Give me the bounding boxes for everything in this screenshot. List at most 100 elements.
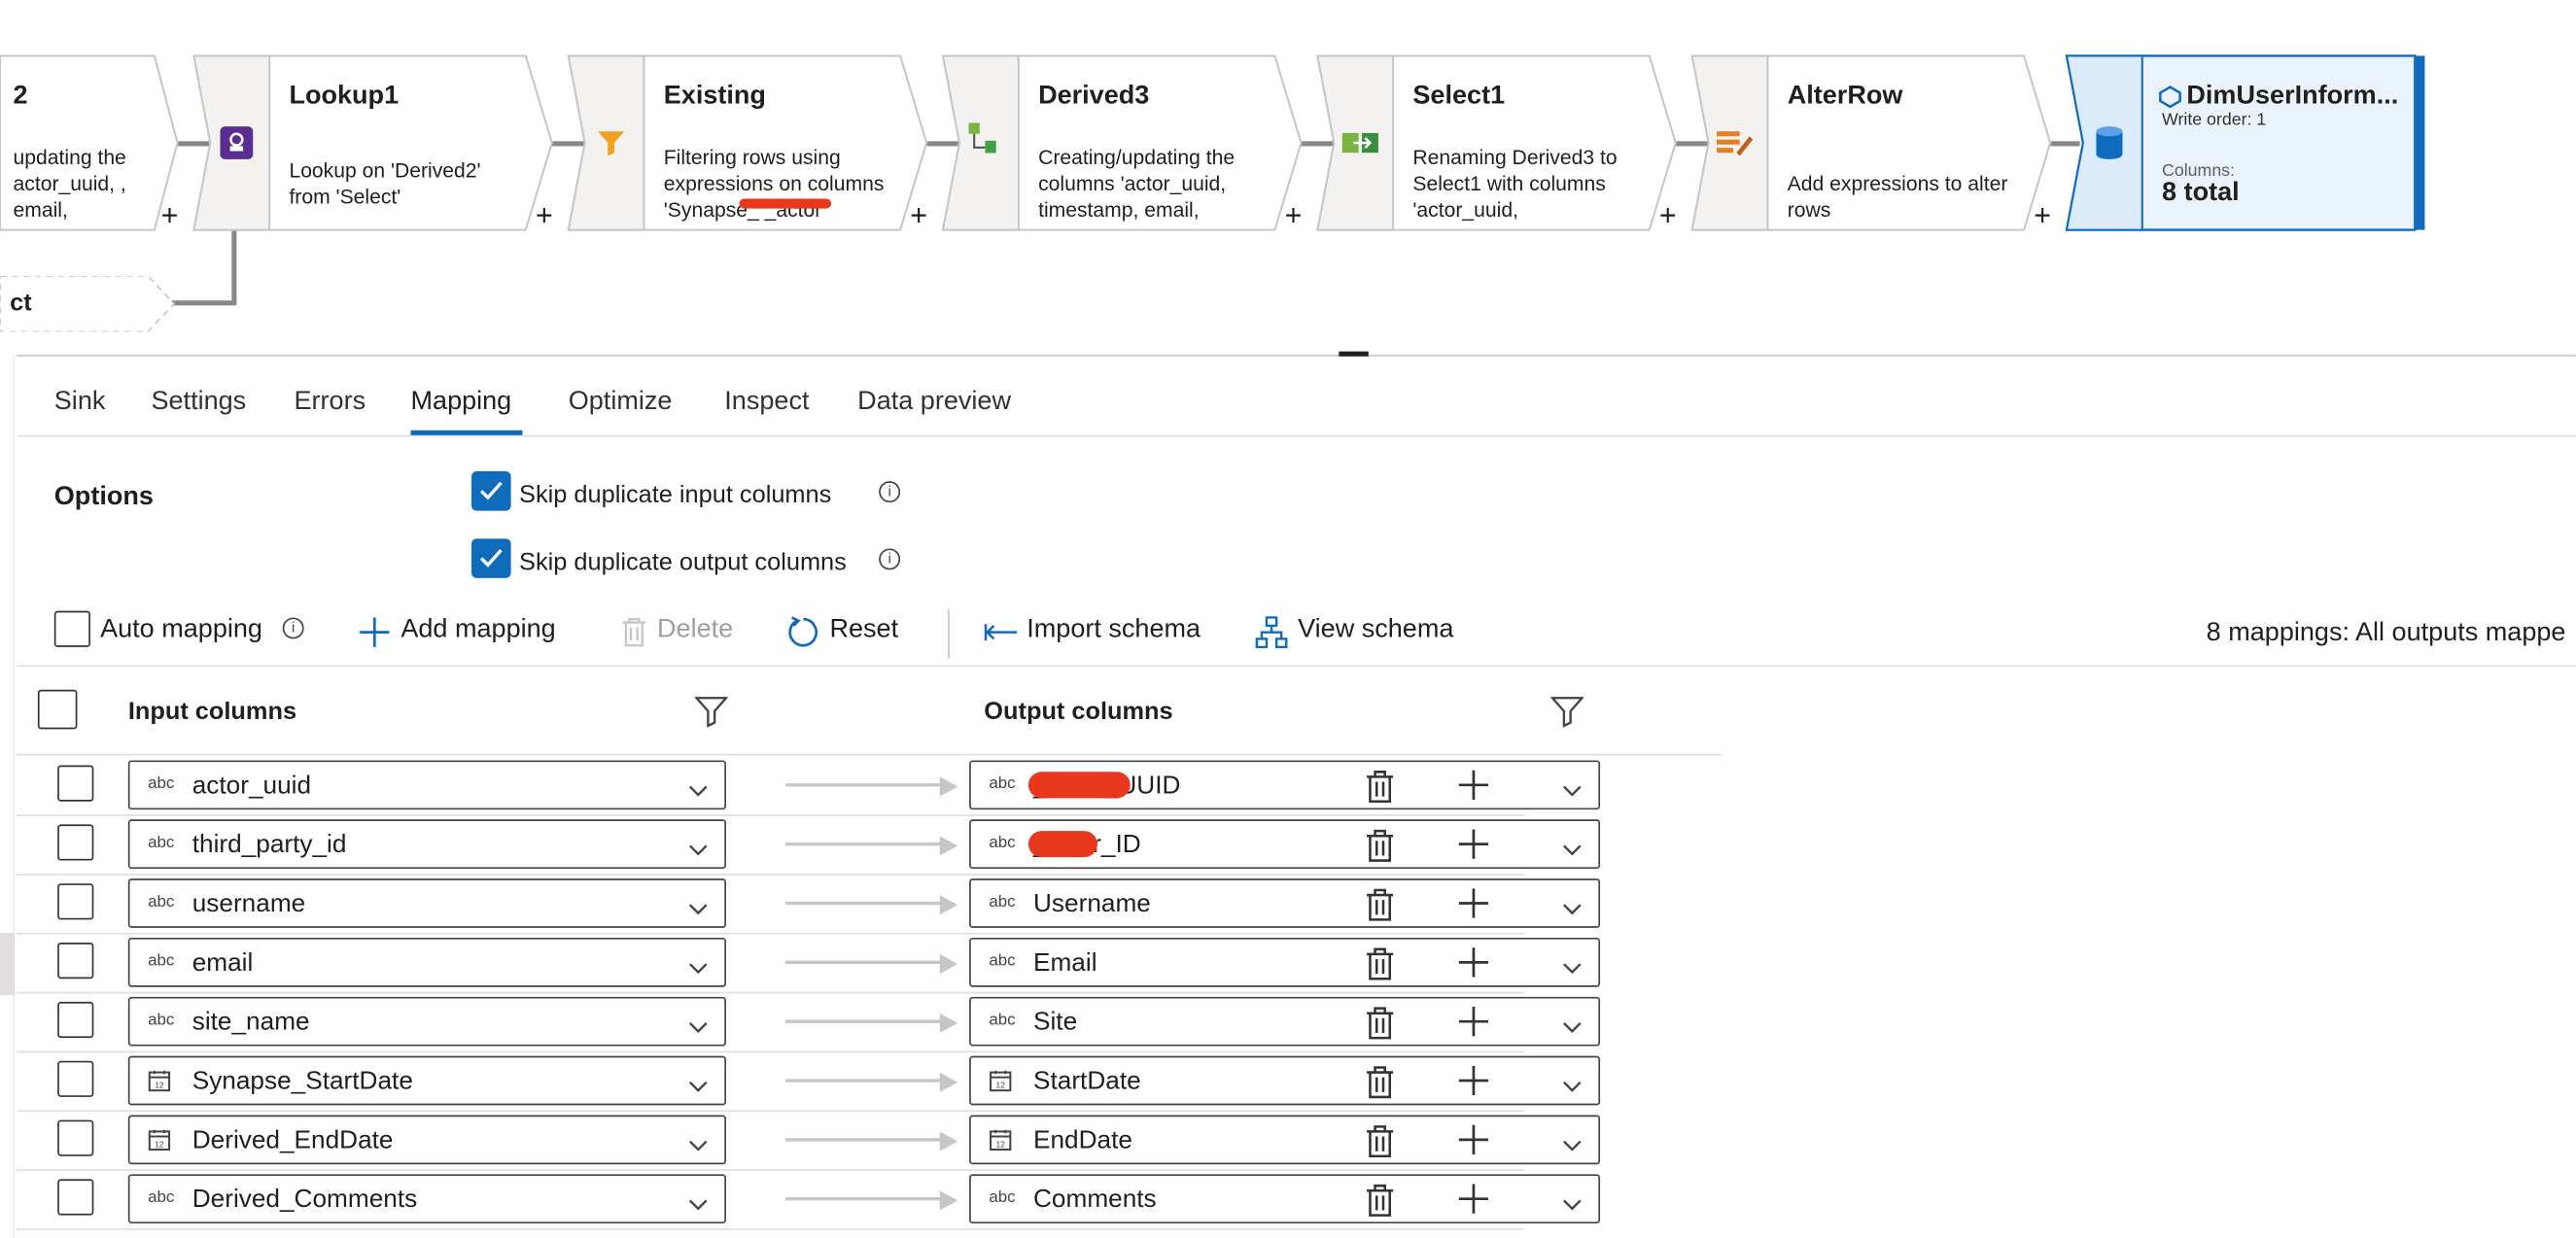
add-node-button[interactable]: + [536,200,553,229]
row-checkbox[interactable] [57,1119,94,1156]
input-column-select[interactable]: abc username [127,878,726,928]
tab-optimize[interactable]: Optimize [569,388,673,417]
pipeline-node-lookup1[interactable]: Lookup1 Lookup on 'Derived2' from 'Selec… [192,54,572,231]
chevron-down-icon[interactable] [1562,1014,1582,1043]
chevron-down-icon[interactable] [1562,1190,1582,1220]
plus-icon[interactable] [1458,770,1489,808]
trash-icon[interactable] [1365,1066,1394,1107]
panel-splitter[interactable] [16,355,2576,357]
chevron-down-icon[interactable] [1562,1131,1582,1160]
header-separator [16,753,1723,756]
skip-input-checkbox[interactable] [471,471,511,511]
tab-mapping[interactable]: Mapping [411,388,512,417]
trash-icon[interactable] [1365,1125,1394,1166]
data-flow-editor: 2 updating the actor_uuid, , email, + Lo… [0,0,2576,1238]
pipeline-node-existing[interactable]: Existing Filtering rows using expression… [567,54,947,231]
trash-icon[interactable] [1365,771,1394,811]
pipeline-node-sink[interactable]: DimUserInform... Write order: 1 Columns:… [2065,54,2431,231]
trash-icon[interactable] [1365,947,1394,988]
view-schema-button[interactable]: View schema [1255,611,1469,654]
tab-sink[interactable]: Sink [54,388,106,417]
skip-output-checkbox[interactable] [471,538,511,578]
chevron-down-icon[interactable] [688,1131,708,1160]
select-all-checkbox[interactable] [37,689,78,730]
add-node-button[interactable]: + [1285,200,1303,229]
plus-icon[interactable] [1458,1065,1489,1104]
node-title: Select1 [1412,82,1506,111]
plus-icon[interactable] [1458,1184,1489,1221]
chevron-down-icon[interactable] [1562,954,1582,983]
info-icon[interactable]: i [282,617,304,639]
row-checkbox[interactable] [57,765,94,802]
input-column-select[interactable]: 12 Synapse_StartDate [127,1055,726,1106]
plus-icon[interactable] [1458,947,1489,985]
plus-icon[interactable] [1458,888,1489,926]
trash-icon[interactable] [1365,829,1394,870]
trash-icon[interactable] [1365,1184,1394,1224]
tab-data-preview[interactable]: Data preview [857,388,1011,417]
row-checkbox[interactable] [57,824,94,861]
database-icon [2093,126,2126,159]
chevron-down-icon[interactable] [688,1190,708,1220]
plus-icon[interactable] [1458,1006,1489,1045]
pipeline-node-derived3[interactable]: Derived3 Creating/updating the columns '… [941,54,1321,231]
auto-mapping-toggle[interactable] [53,610,90,647]
info-icon[interactable]: i [879,481,901,503]
output-column-field[interactable]: 12 StartDate [969,1055,1601,1107]
input-column-select[interactable]: abc Derived_Comments [127,1174,726,1224]
output-column-field[interactable]: abc Email [969,937,1601,988]
chevron-down-icon[interactable] [1562,1073,1582,1102]
splitter-handle[interactable] [1339,351,1369,357]
add-node-button[interactable]: + [2034,200,2051,229]
chevron-down-icon[interactable] [688,836,708,865]
row-checkbox[interactable] [57,1060,94,1097]
info-icon[interactable]: i [879,548,901,570]
add-node-button[interactable]: + [161,200,179,229]
input-filter-icon[interactable] [693,695,729,736]
trash-icon[interactable] [1365,1007,1394,1048]
output-filter-icon[interactable] [1549,695,1585,736]
chevron-down-icon[interactable] [688,1073,708,1102]
plus-icon[interactable] [1458,829,1489,867]
add-mapping-button[interactable]: Add mapping [358,611,572,654]
chevron-down-icon[interactable] [688,1014,708,1043]
tab-settings[interactable]: Settings [151,388,246,417]
delete-button[interactable]: Delete [621,611,740,654]
input-column-value: username [191,889,306,918]
plus-icon[interactable] [1458,1124,1489,1163]
ghost-node-select[interactable]: ct [0,275,178,332]
pipeline-node-alterrow[interactable]: AlterRow Add expressions to alter rows + [1690,54,2071,231]
reset-button[interactable]: Reset [787,611,902,654]
output-column-field[interactable]: abc Site [969,996,1601,1048]
output-column-field[interactable]: abc Comments [969,1174,1601,1224]
chevron-down-icon[interactable] [688,895,708,924]
pipeline-node-select1[interactable]: Select1 Renaming Derived3 to Select1 wit… [1316,54,1695,231]
input-column-select[interactable]: abc email [127,937,726,987]
input-column-value: Synapse_StartDate [191,1067,413,1096]
trash-icon[interactable] [1365,888,1394,929]
chevron-down-icon[interactable] [688,954,708,983]
input-column-select[interactable]: abc third_party_id [127,819,726,870]
chevron-down-icon[interactable] [1562,836,1582,865]
toolbar-separator [16,665,2576,668]
arrowhead-icon [939,893,959,922]
add-node-button[interactable]: + [910,200,927,229]
import-schema-button[interactable]: Import schema [984,611,1214,654]
row-checkbox[interactable] [57,943,94,980]
chevron-down-icon[interactable] [688,776,708,806]
input-column-select[interactable]: 12 Derived_EndDate [127,1115,726,1165]
chevron-down-icon[interactable] [1562,776,1582,806]
chevron-down-icon[interactable] [1562,895,1582,924]
pipeline-node-derived2[interactable]: 2 updating the actor_uuid, , email, + [0,54,184,231]
row-checkbox[interactable] [57,883,94,920]
node-title: 2 [13,82,28,111]
input-column-select[interactable]: abc site_name [127,996,726,1047]
tab-errors[interactable]: Errors [295,388,366,417]
output-column-field[interactable]: 12 EndDate [969,1115,1601,1166]
input-column-select[interactable]: abc actor_uuid [127,760,726,810]
row-checkbox[interactable] [57,1001,94,1039]
tab-inspect[interactable]: Inspect [724,388,809,417]
add-node-button[interactable]: + [1659,200,1677,229]
row-checkbox[interactable] [57,1179,94,1216]
output-column-field[interactable]: abc Username [969,878,1601,929]
